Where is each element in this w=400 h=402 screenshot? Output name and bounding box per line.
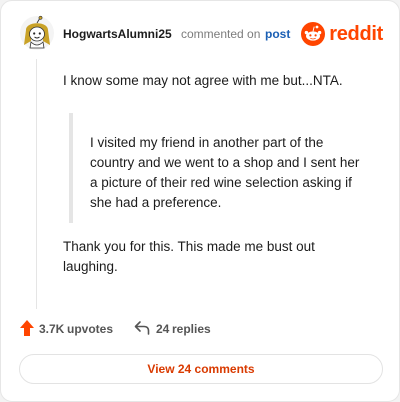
snoo-avatar-icon[interactable] xyxy=(19,15,55,51)
reply-label: replies xyxy=(172,322,211,336)
comment-card: HogwartsAlumni25 commented on post reddi… xyxy=(0,0,400,402)
reply-count: 24 xyxy=(156,322,170,336)
blockquote: I visited my friend in another part of t… xyxy=(69,113,369,223)
comment-actions: 3.7K upvotes 24 replies xyxy=(19,319,379,339)
comment-paragraph: I know some may not agree with me but...… xyxy=(63,73,343,88)
reddit-wordmark: reddit xyxy=(329,23,383,45)
comment-body: I know some may not agree with me but...… xyxy=(63,71,373,91)
upvote-count: 3.7K xyxy=(39,322,65,336)
reddit-brand[interactable]: reddit xyxy=(301,21,383,47)
username[interactable]: HogwartsAlumni25 xyxy=(63,27,172,41)
thread-line[interactable] xyxy=(36,59,37,309)
upvote-arrow-icon[interactable] xyxy=(19,319,35,337)
upvote-label: upvotes xyxy=(67,322,114,336)
post-link[interactable]: post xyxy=(265,27,290,41)
reply-arrow-icon[interactable] xyxy=(134,320,150,336)
view-comments-button[interactable]: View 24 comments xyxy=(19,354,383,384)
comment-paragraph: Thank you for this. This made me bust ou… xyxy=(63,239,315,274)
reddit-logo-icon xyxy=(301,22,326,46)
comment-header: HogwartsAlumni25 commented on post reddi… xyxy=(19,13,383,53)
action-text: commented on xyxy=(181,27,261,41)
